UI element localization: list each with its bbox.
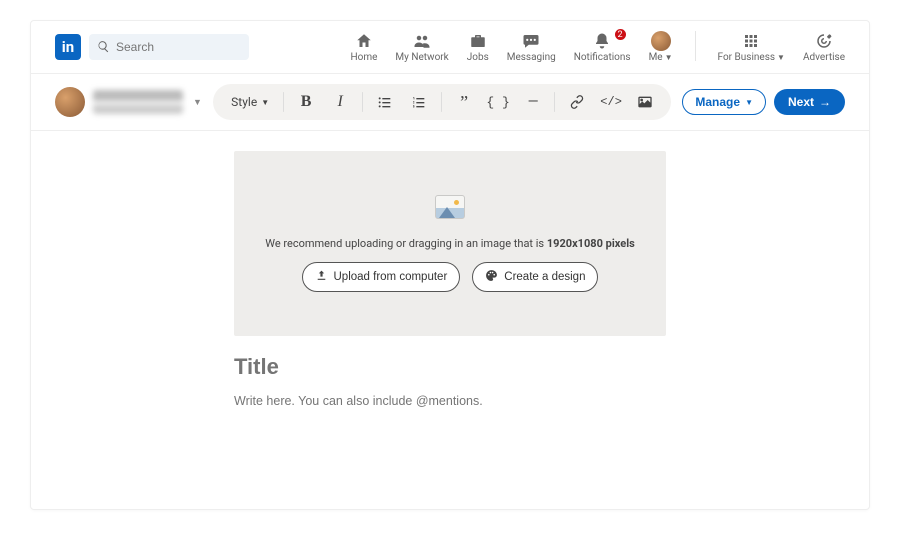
editor-subbar: ▼ Style ▼ B I ” { } — </>	[31, 73, 869, 131]
italic-button[interactable]: I	[328, 90, 352, 114]
article-title-input[interactable]	[234, 354, 666, 380]
toolbar-divider	[554, 92, 555, 112]
nav-label: Advertise	[803, 52, 845, 63]
manage-label: Manage	[695, 95, 740, 109]
chevron-down-icon: ▼	[193, 97, 202, 108]
jobs-icon	[468, 31, 488, 51]
nav-advertise[interactable]: Advertise	[803, 31, 845, 63]
network-icon	[412, 31, 432, 51]
nav-business[interactable]: For Business ▼	[718, 31, 785, 63]
cover-placeholder-icon	[435, 195, 465, 219]
global-nav: in Home My Network Jobs Messaging	[31, 21, 869, 73]
create-design-button[interactable]: Create a design	[472, 262, 598, 292]
nav-jobs[interactable]: Jobs	[467, 31, 489, 63]
messaging-icon	[521, 31, 541, 51]
image-button[interactable]	[633, 90, 657, 114]
nav-me[interactable]: Me ▼	[649, 31, 673, 63]
nav-label: Jobs	[467, 52, 489, 63]
nav-label: Me	[649, 52, 663, 63]
toolbar-divider	[362, 92, 363, 112]
article-body-input[interactable]	[234, 394, 666, 408]
notification-badge: 2	[614, 28, 627, 41]
upload-label: Upload from computer	[334, 271, 448, 283]
chevron-down-icon: ▼	[745, 98, 753, 107]
nav-label: Messaging	[507, 52, 556, 63]
bell-icon	[592, 31, 612, 51]
nav-divider	[695, 31, 696, 61]
linkedin-logo[interactable]: in	[55, 34, 81, 60]
nav-label: Home	[350, 52, 377, 63]
search-icon	[97, 38, 110, 57]
next-button[interactable]: Next →	[774, 89, 845, 115]
grid-icon	[741, 31, 761, 51]
link-button[interactable]	[565, 90, 589, 114]
subbar-actions: Manage ▼ Next →	[682, 89, 845, 115]
nav-items: Home My Network Jobs Messaging 2 Notific…	[350, 31, 845, 63]
arrow-right-icon: →	[819, 95, 831, 109]
nav-label: Notifications	[574, 52, 631, 63]
author-avatar	[55, 87, 85, 117]
formatting-toolbar: Style ▼ B I ” { } — </>	[213, 84, 671, 120]
embed-button[interactable]: </>	[599, 90, 623, 114]
numbered-list-button[interactable]	[407, 90, 431, 114]
cover-recommend-bold: 1920x1080 pixels	[547, 237, 635, 250]
bulleted-list-button[interactable]	[373, 90, 397, 114]
nav-home[interactable]: Home	[350, 31, 377, 63]
home-icon	[354, 31, 374, 51]
next-label: Next	[788, 95, 814, 109]
nav-label: My Network	[395, 52, 448, 63]
cover-recommend-text: We recommend uploading or dragging in an…	[265, 237, 635, 250]
target-icon	[814, 31, 834, 51]
manage-button[interactable]: Manage ▼	[682, 89, 766, 115]
blockquote-button[interactable]: ”	[452, 90, 476, 114]
upload-icon	[315, 269, 328, 285]
avatar-icon	[651, 31, 671, 51]
toolbar-divider	[441, 92, 442, 112]
design-icon	[485, 269, 498, 285]
search-container[interactable]	[89, 34, 249, 60]
author-name	[93, 90, 183, 114]
style-label: Style	[231, 95, 257, 109]
chevron-down-icon: ▼	[777, 53, 785, 62]
upload-from-computer-button[interactable]: Upload from computer	[302, 262, 461, 292]
nav-messaging[interactable]: Messaging	[507, 31, 556, 63]
cover-upload-zone[interactable]: We recommend uploading or dragging in an…	[234, 151, 666, 336]
nav-label: For Business	[718, 52, 775, 63]
cover-recommend-prefix: We recommend uploading or dragging in an…	[265, 237, 547, 250]
style-dropdown[interactable]: Style ▼	[227, 95, 273, 109]
bold-button[interactable]: B	[294, 90, 318, 114]
article-editor: We recommend uploading or dragging in an…	[31, 131, 869, 409]
nav-network[interactable]: My Network	[395, 31, 448, 63]
divider-button[interactable]: —	[520, 90, 544, 114]
author-selector[interactable]: ▼	[55, 87, 202, 117]
nav-notifications[interactable]: 2 Notifications	[574, 31, 631, 63]
search-input[interactable]	[116, 40, 241, 54]
code-block-button[interactable]: { }	[486, 90, 510, 114]
chevron-down-icon: ▼	[665, 53, 673, 62]
cover-actions: Upload from computer Create a design	[302, 262, 599, 292]
design-label: Create a design	[504, 271, 585, 283]
toolbar-divider	[283, 92, 284, 112]
chevron-down-icon: ▼	[261, 98, 269, 107]
